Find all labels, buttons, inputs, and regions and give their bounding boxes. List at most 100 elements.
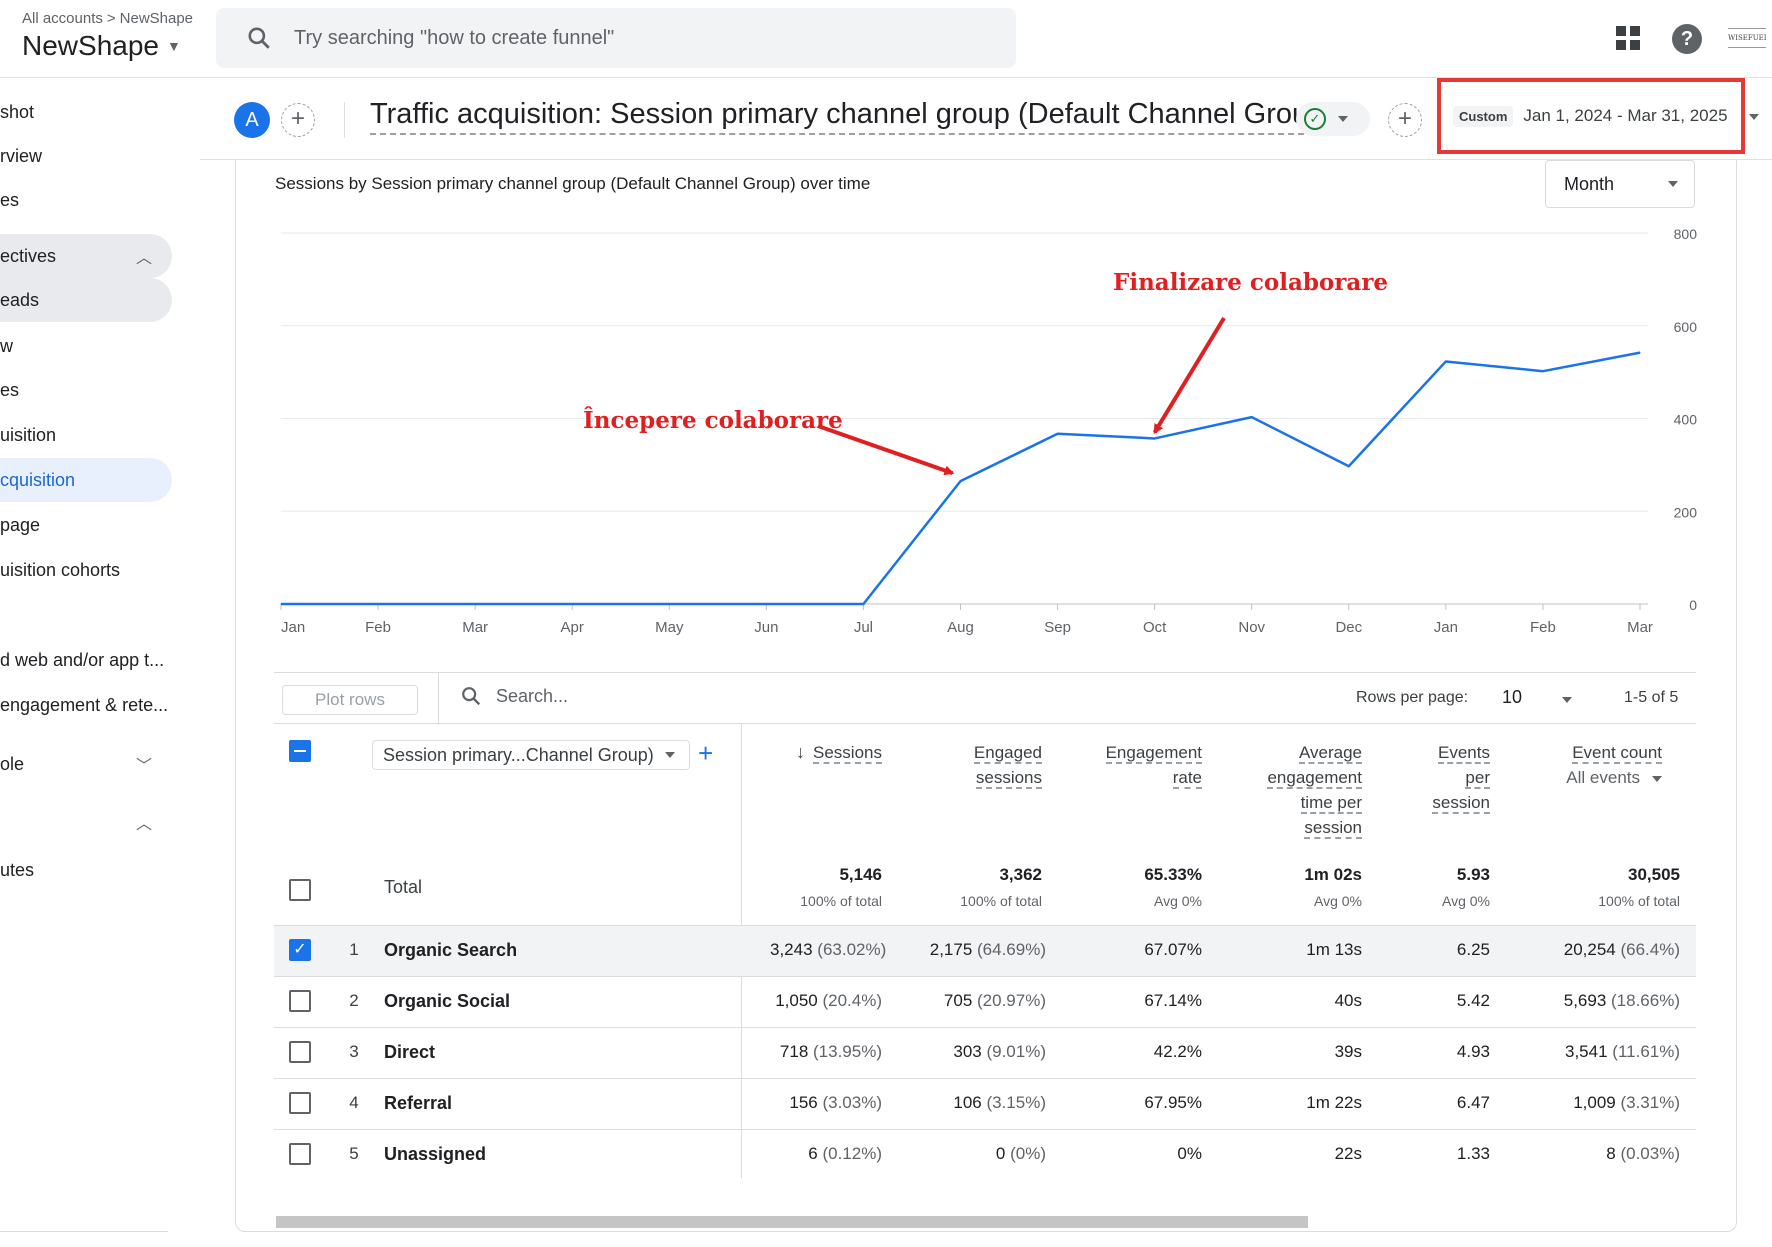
row-number: 3 — [349, 1042, 359, 1061]
cell-rate: 67.07% — [1144, 940, 1202, 959]
cell-value: 718 — [779, 1042, 809, 1061]
column-header-event-count[interactable]: Event count All events — [1530, 740, 1662, 790]
chevron-up-icon: ︿ — [135, 816, 152, 833]
column-header-engagement-rate[interactable]: Engagement rate — [1080, 740, 1202, 790]
data-point — [1445, 360, 1447, 362]
cell-events: 3,541 (11.61%) — [1520, 1042, 1680, 1062]
x-tick-label: Feb — [365, 619, 391, 636]
row-checkbox[interactable] — [289, 1041, 311, 1063]
table-row[interactable]: 2 Organic Social 1,050 (20.4%) 705 (20.97%)… — [274, 976, 1696, 1027]
horizontal-scrollbar[interactable] — [276, 1216, 1308, 1228]
cell-events: 8 (0.03%) — [1520, 1144, 1680, 1164]
cell-value: 0 — [995, 1144, 1006, 1163]
column-label: Event count — [1572, 743, 1662, 764]
sidebar-item-label: engagement & rete... — [0, 694, 169, 715]
x-tick-label: Feb — [1530, 619, 1556, 636]
cell-percent: (3.15%) — [986, 1093, 1046, 1112]
cell-percent: (3.31%) — [1620, 1093, 1680, 1112]
total-avg-time: 1m 02s Avg 0% — [1230, 865, 1362, 909]
total-sub: 100% of total — [800, 893, 882, 909]
data-point — [1639, 352, 1641, 354]
column-header-sessions[interactable]: ↓ Sessions — [770, 740, 882, 765]
total-eps: 5.93 Avg 0% — [1400, 865, 1490, 909]
cell-rate: 67.95% — [1144, 1093, 1202, 1112]
column-label: session — [1304, 818, 1362, 839]
caret-down-icon[interactable] — [1562, 697, 1572, 703]
dimension-select[interactable]: Session primary...Channel Group) — [372, 740, 690, 770]
column-header-engaged-sessions[interactable]: Engaged sessions — [930, 740, 1042, 790]
cell-sessions: 3,243 (63.02%) — [770, 940, 886, 960]
column-label: sessions — [975, 768, 1042, 789]
channel-name[interactable]: Organic Search — [384, 940, 517, 961]
cell-sessions: 6 (0.12%) — [770, 1144, 882, 1164]
cell-percent: (63.02%) — [817, 940, 887, 959]
total-value: 5.93 — [1456, 865, 1490, 884]
select-all-checkbox[interactable] — [289, 740, 311, 762]
row-checkbox[interactable] — [289, 990, 311, 1012]
plot-rows-button[interactable]: Plot rows — [282, 685, 418, 715]
cell-value: 5,693 — [1563, 991, 1607, 1010]
table-row[interactable]: 4 Referral 156 (3.03%) 106 (3.15%) 67.95% 1m … — [274, 1078, 1696, 1129]
sidebar-section-collapsed[interactable]: ︿ — [0, 800, 172, 844]
divider — [438, 673, 439, 725]
cell-value: 303 — [953, 1042, 982, 1061]
sidebar-section-profile[interactable]: ole ﹀ — [0, 742, 172, 786]
column-header-avg-engagement-time[interactable]: Average engagement time per session — [1230, 740, 1362, 840]
sidebar-item-engagement-retention[interactable]: engagement & rete... — [0, 683, 172, 727]
table-row[interactable]: 3 Direct 718 (13.95%) 303 (9.01%) 42.2% 39s 4.… — [274, 1027, 1696, 1078]
annotation-end-arrow — [1152, 316, 1226, 435]
table-row[interactable]: ✓ 1 Organic Search 3,243 (63.02%) 2,175 (64.… — [274, 925, 1696, 976]
row-checkbox[interactable] — [289, 1092, 311, 1114]
row-checkbox[interactable] — [289, 1143, 311, 1165]
cell-engaged: 106 (3.15%) — [890, 1093, 1046, 1113]
cell-events: 1,009 (3.31%) — [1520, 1093, 1680, 1113]
cell-value: 2,175 — [929, 940, 973, 959]
cell-percent: (64.69%) — [977, 940, 1046, 959]
cell-percent: (11.61%) — [1612, 1042, 1680, 1061]
cell-avg-time: 1m 22s — [1306, 1093, 1362, 1112]
table-search-input[interactable]: Search... — [460, 685, 568, 707]
data-point — [377, 603, 379, 605]
total-value: 30,505 — [1628, 865, 1680, 884]
data-point — [571, 603, 573, 605]
row-checkbox[interactable]: ✓ — [289, 939, 311, 961]
total-value: 65.33% — [1144, 865, 1202, 884]
x-tick-label: May — [655, 619, 684, 636]
sidebar-item-attributes[interactable]: utes — [0, 848, 172, 892]
total-rate: 65.33% Avg 0% — [1080, 865, 1202, 909]
add-dimension-icon[interactable]: + — [698, 738, 713, 769]
sidebar-item-label: utes — [0, 859, 35, 880]
data-point — [474, 603, 476, 605]
total-events: 30,505 100% of total — [1530, 865, 1680, 909]
x-tick-label: Apr — [561, 619, 584, 636]
cell-percent: (13.95%) — [813, 1042, 882, 1061]
channel-name[interactable]: Organic Social — [384, 991, 510, 1012]
column-label: Engagement — [1105, 743, 1202, 764]
total-sub: 100% of total — [1598, 893, 1680, 909]
row-number: 2 — [349, 991, 359, 1010]
column-label: time per — [1300, 793, 1362, 814]
cell-avg-time: 40s — [1334, 991, 1362, 1010]
total-value: 1m 02s — [1304, 865, 1362, 884]
cell-value: 8 — [1606, 1144, 1616, 1163]
pagination-label: 1-5 of 5 — [1624, 689, 1679, 706]
cell-percent: (0.12%) — [822, 1144, 882, 1163]
sort-down-arrow-icon: ↓ — [796, 742, 806, 762]
table-row[interactable]: 5 Unassigned 6 (0.12%) 0 (0%) 0% 22s 1.33 8 (0.… — [274, 1129, 1696, 1180]
channel-name[interactable]: Unassigned — [384, 1144, 486, 1165]
column-header-events-per-session[interactable]: Events per session — [1400, 740, 1490, 815]
cell-percent: (0%) — [1010, 1144, 1046, 1163]
data-point — [960, 480, 961, 482]
rows-per-page-select[interactable]: 10 — [1502, 687, 1522, 708]
data-point — [1542, 370, 1544, 372]
cell-eps: 4.93 — [1456, 1042, 1490, 1061]
search-placeholder: Search... — [496, 685, 569, 706]
event-filter-select[interactable]: All events — [1566, 768, 1640, 787]
channel-name[interactable]: Referral — [384, 1093, 452, 1114]
cell-value: 6 — [808, 1144, 818, 1163]
caret-down-icon[interactable] — [1652, 775, 1662, 782]
total-checkbox[interactable] — [289, 879, 311, 901]
cell-sessions: 718 (13.95%) — [770, 1042, 882, 1062]
channel-name[interactable]: Direct — [384, 1042, 435, 1063]
data-point — [1154, 437, 1156, 439]
